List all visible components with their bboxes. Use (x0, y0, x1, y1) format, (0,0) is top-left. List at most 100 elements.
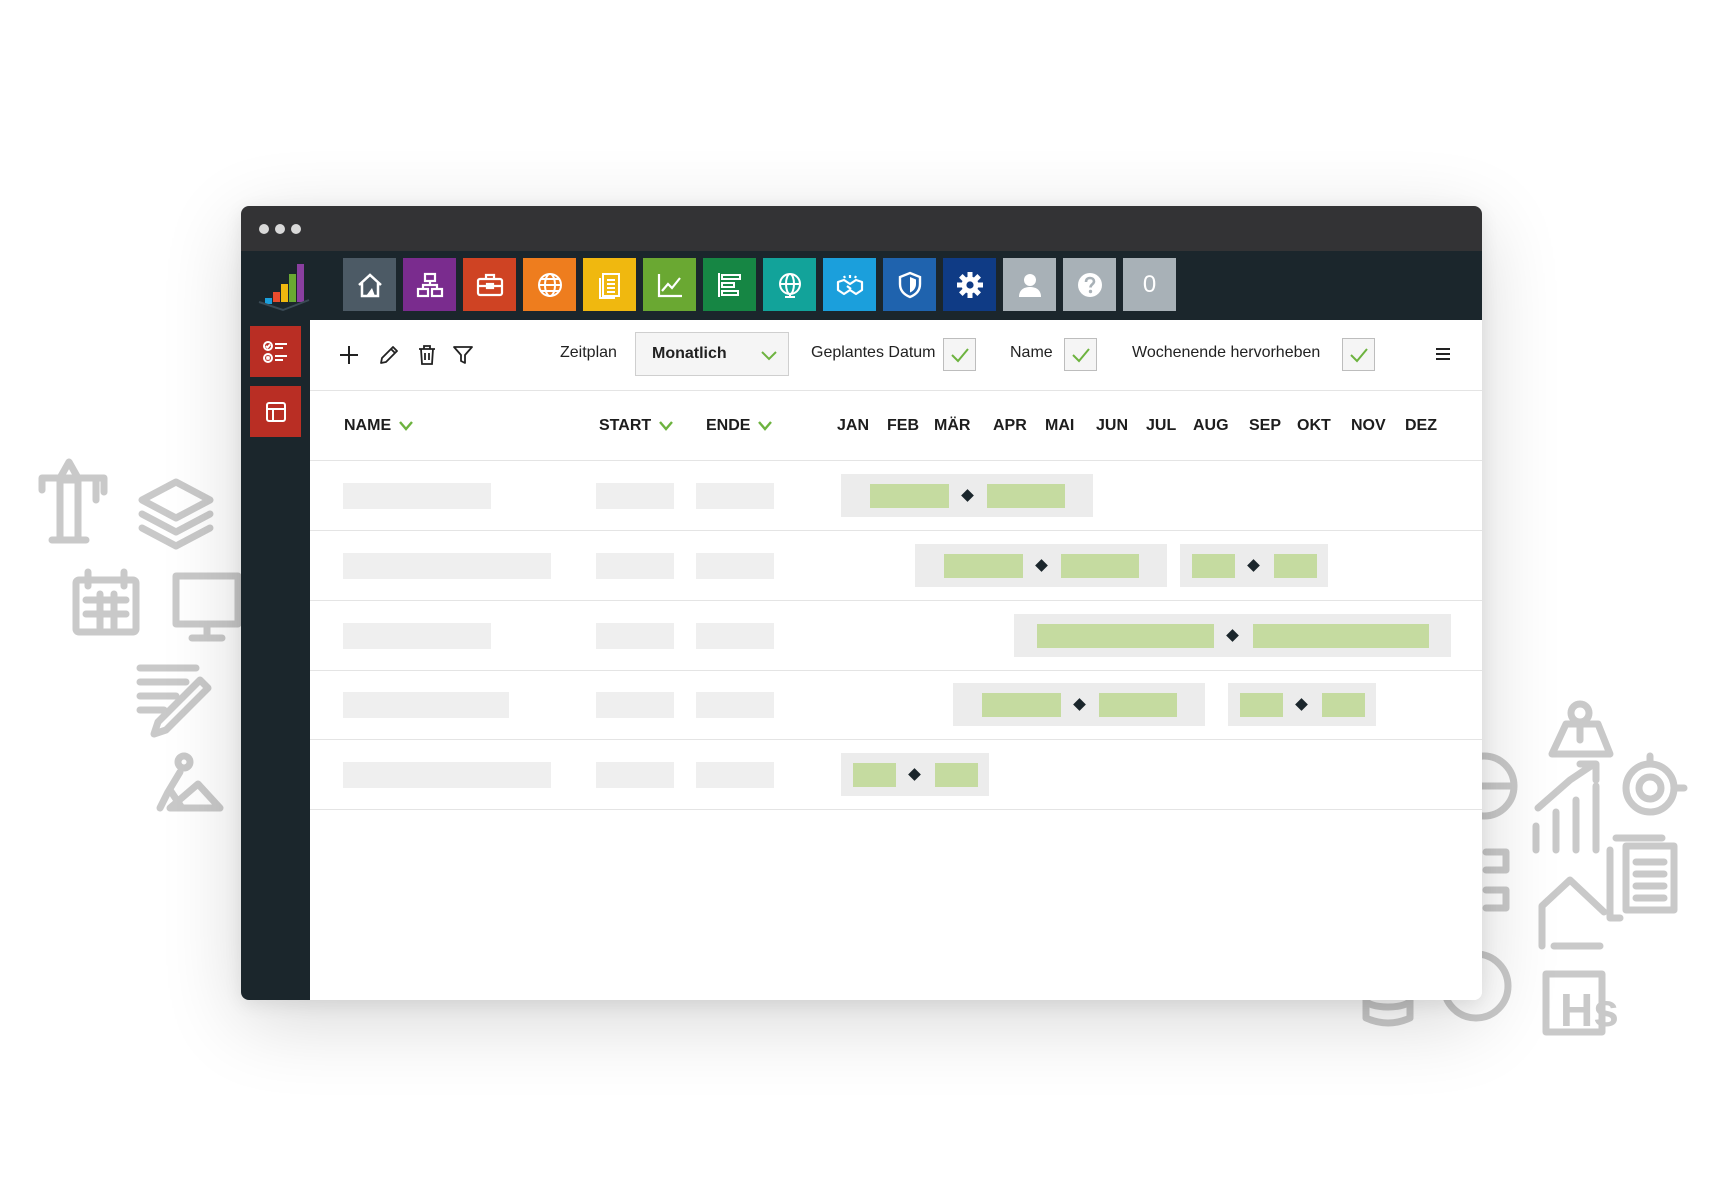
gantt-icon (717, 272, 741, 297)
add-icon (340, 346, 358, 364)
month-header: FEB (887, 417, 919, 434)
app-tile-web[interactable] (763, 258, 816, 311)
notification-counter[interactable]: 0 (1123, 258, 1176, 311)
gantt-bar (982, 693, 1061, 717)
menu-icon[interactable] (1434, 346, 1452, 362)
column-header-start-label: START (599, 417, 652, 434)
gantt-bar (1037, 624, 1214, 648)
table-row[interactable] (310, 461, 1482, 531)
month-header: DEZ (1405, 417, 1437, 434)
table-row[interactable] (310, 740, 1482, 810)
filter-button[interactable] (450, 342, 476, 368)
sidebar (241, 320, 310, 1000)
window-dot (291, 224, 301, 234)
shield-icon (898, 271, 921, 298)
table-row[interactable] (310, 601, 1482, 671)
crane-icon (38, 458, 108, 544)
schedule-select[interactable]: Monatlich (635, 332, 789, 376)
delete-icon (419, 345, 435, 365)
app-tile-partners[interactable] (823, 258, 876, 311)
app-tile-organization[interactable] (403, 258, 456, 311)
app-tile-home[interactable] (343, 258, 396, 311)
title-bar (241, 206, 1482, 251)
check-icon (1349, 347, 1368, 362)
user-icon (1018, 273, 1041, 297)
weekend-checkbox[interactable] (1342, 338, 1375, 371)
planned-date-checkbox[interactable] (943, 338, 976, 371)
milestone-diamond (1073, 698, 1086, 711)
app-tile-portfolio[interactable] (463, 258, 516, 311)
gantt-segment[interactable] (1228, 683, 1376, 726)
month-header: AUG (1193, 417, 1229, 434)
milestone-diamond (1226, 629, 1239, 642)
growth-chart-icon (1532, 760, 1600, 854)
layout-icon (265, 401, 286, 422)
app-tile-gantt[interactable] (703, 258, 756, 311)
milestone-diamond (1035, 559, 1048, 572)
chevron-down-icon (659, 421, 674, 431)
main-content: Zeitplan Monatlich Geplantes Datum Name … (310, 320, 1482, 1000)
org-chart-icon (416, 272, 443, 297)
schedule-label: Zeitplan (560, 344, 617, 361)
app-window: 0 Zeitplan Monatlich Geplantes Datum Nam… (241, 206, 1482, 1000)
app-tile-user[interactable] (1003, 258, 1056, 311)
delete-button[interactable] (414, 342, 440, 368)
gantt-bar (944, 554, 1023, 578)
app-tile-global[interactable] (523, 258, 576, 311)
window-dot (275, 224, 285, 234)
end-placeholder (696, 762, 774, 788)
name-checkbox[interactable] (1064, 338, 1097, 371)
name-label: Name (1010, 344, 1053, 361)
start-placeholder (596, 483, 674, 509)
hs-logo-icon (1542, 970, 1606, 1036)
gantt-segment[interactable] (841, 474, 1093, 517)
gantt-segment[interactable] (915, 544, 1167, 587)
gantt-segment[interactable] (1014, 614, 1451, 657)
planned-date-label: Geplantes Datum (811, 344, 936, 361)
sidebar-task-list-button[interactable] (250, 326, 301, 377)
edit-icon (380, 346, 398, 364)
toolbar: Zeitplan Monatlich Geplantes Datum Name … (310, 320, 1482, 391)
end-placeholder (696, 623, 774, 649)
start-placeholder (596, 692, 674, 718)
gantt-segment[interactable] (841, 753, 989, 796)
layers-icon (138, 478, 214, 550)
chevron-down-icon (758, 421, 773, 431)
app-tile-help[interactable] (1063, 258, 1116, 311)
notes-icon (136, 664, 212, 738)
app-tile-security[interactable] (883, 258, 936, 311)
column-header-name[interactable]: NAME (344, 417, 414, 435)
month-header: JAN (837, 417, 870, 434)
task-list-icon (262, 340, 287, 363)
worker-icon (156, 752, 224, 812)
help-icon (1077, 272, 1102, 297)
milestone-diamond (1295, 698, 1308, 711)
app-tile-analytics[interactable] (643, 258, 696, 311)
sidebar-layout-button[interactable] (250, 386, 301, 437)
month-header: MÄR (934, 417, 971, 434)
table-row[interactable] (310, 531, 1482, 601)
column-header-start[interactable]: START (599, 417, 674, 435)
gantt-segment[interactable] (1180, 544, 1328, 587)
app-tile-documents[interactable] (583, 258, 636, 311)
schedule-select-value: Monatlich (652, 345, 727, 362)
edit-button[interactable] (376, 342, 402, 368)
add-button[interactable] (336, 342, 362, 368)
table-row[interactable] (310, 670, 1482, 740)
column-header-end[interactable]: ENDE (706, 417, 773, 435)
name-placeholder (343, 762, 551, 788)
month-header: JUN (1096, 417, 1129, 434)
documents-icon (1606, 834, 1678, 922)
gantt-bar (1240, 693, 1283, 717)
monitor-icon (172, 572, 242, 642)
end-placeholder (696, 692, 774, 718)
app-logo[interactable] (255, 258, 311, 312)
app-tile-settings[interactable] (943, 258, 996, 311)
gantt-bar (1099, 693, 1177, 717)
window-dot (259, 224, 269, 234)
weekend-label: Wochenende hervorheben (1132, 344, 1321, 361)
gantt-segment[interactable] (953, 683, 1205, 726)
org-chart-icon (1482, 848, 1510, 912)
gear-icon (956, 271, 983, 298)
document-icon (598, 272, 620, 299)
